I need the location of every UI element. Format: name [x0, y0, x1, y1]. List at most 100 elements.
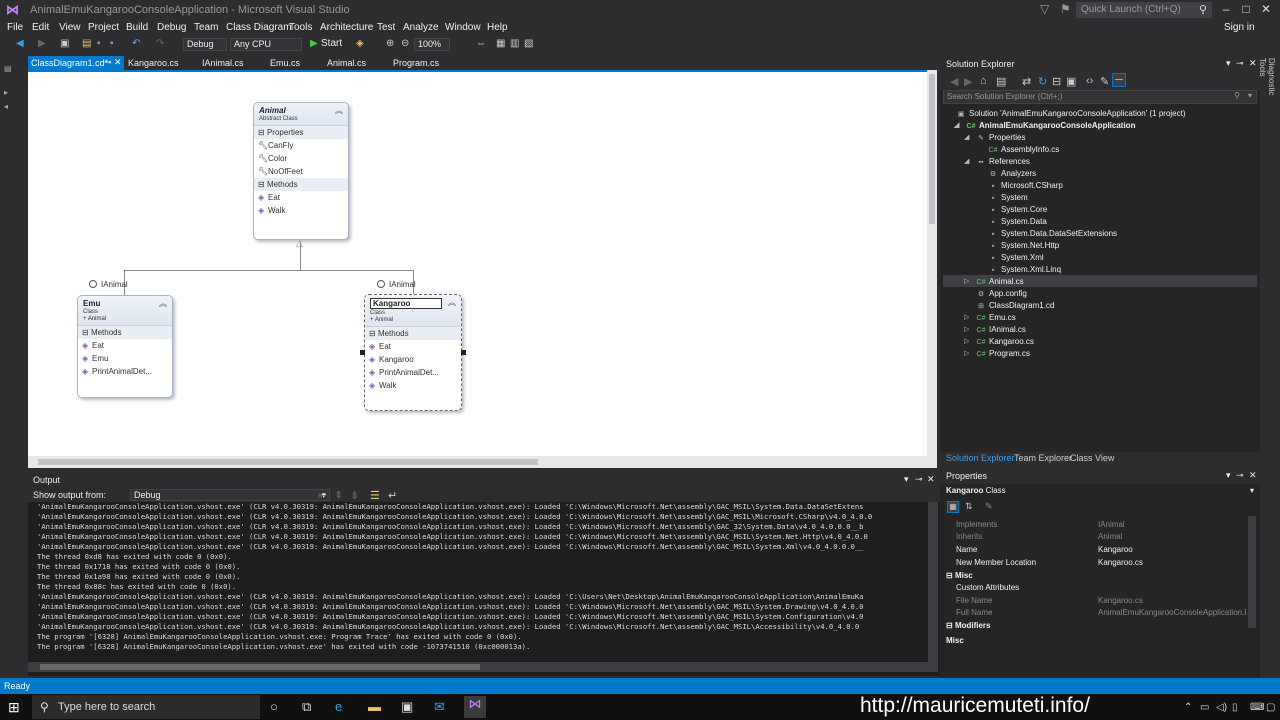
panel-menu-icon[interactable]: ▾ — [1226, 470, 1231, 481]
tree-item-reference[interactable]: ▪ System.Xml — [988, 253, 1044, 262]
tree-item-project[interactable]: ◢ C# AnimalEmuKangarooConsoleApplication — [954, 121, 1135, 130]
filter-icon[interactable]: ▽ — [1040, 2, 1049, 16]
search-options-icon[interactable]: ▾ — [1248, 91, 1252, 100]
menu-project[interactable]: Project — [88, 22, 119, 33]
collapsed-arrow-icon[interactable]: ▷ — [964, 277, 969, 285]
method-item[interactable]: ◈ Eat — [78, 339, 172, 352]
method-item[interactable]: ◈ Eat — [365, 340, 461, 353]
scroll-thumb[interactable] — [40, 664, 480, 670]
diagnostic-tools-side-tab[interactable]: Diagnostic Tools — [1258, 58, 1276, 114]
solution-configuration-select[interactable]: Debug — [183, 38, 227, 51]
quick-launch-input[interactable]: Quick Launch (Ctrl+Q) ⚲ — [1076, 2, 1212, 18]
output-horizontal-scrollbar[interactable] — [28, 662, 928, 672]
sign-in-link[interactable]: Sign in — [1224, 22, 1255, 33]
pin-icon[interactable]: ⊸ — [1236, 58, 1244, 69]
categorized-icon[interactable]: ▦ — [947, 501, 959, 513]
word-wrap-icon[interactable]: ↵ — [388, 489, 397, 502]
tab-team-explorer[interactable]: Team Explorer — [1014, 453, 1072, 463]
windows-start-icon[interactable]: ⊞ — [8, 699, 20, 716]
expanded-arrow-icon[interactable]: ◢ — [964, 157, 969, 165]
tree-item-reference[interactable]: ▪ System.Data.DataSetExtensions — [988, 229, 1117, 238]
tree-item-kangaroo-cs[interactable]: ▷ C# Kangaroo.cs — [964, 337, 1034, 346]
property-value[interactable]: Kangaroo.cs — [1098, 596, 1143, 605]
tree-item-properties[interactable]: ◢ ✎ Properties — [964, 133, 1025, 142]
solution-explorer-search-input[interactable]: Search Solution Explorer (Ctrl+;) ⚲ ▾ — [943, 90, 1257, 104]
start-icon[interactable]: ▶ — [310, 38, 318, 49]
tab-emu[interactable]: Emu.cs — [270, 58, 300, 68]
method-item[interactable]: ◈ Walk — [254, 204, 348, 217]
method-item[interactable]: ◈ Eat — [254, 191, 348, 204]
menu-debug[interactable]: Debug — [157, 22, 186, 33]
output-vertical-scrollbar[interactable] — [928, 502, 938, 672]
menu-view[interactable]: View — [59, 22, 81, 33]
keyboard-icon[interactable]: ⌨ — [1250, 702, 1264, 713]
layout-diagram-icon[interactable]: ▦ — [496, 38, 505, 49]
properties-object-select[interactable]: Kangaroo Class ▾ — [943, 485, 1257, 498]
edge-browser-icon[interactable]: e — [335, 699, 342, 714]
collapsed-arrow-icon[interactable]: ▷ — [964, 313, 969, 321]
tab-animal[interactable]: Animal.cs — [327, 58, 366, 68]
close-window-icon[interactable]: ✕ — [1258, 2, 1274, 16]
tree-item-ianimal-cs[interactable]: ▷ C# IAnimal.cs — [964, 325, 1026, 334]
property-item[interactable]: 🔧︎ Color — [254, 152, 348, 165]
resize-handle-left[interactable] — [360, 350, 365, 355]
section-header[interactable]: ⊟ Methods — [365, 327, 461, 340]
network-icon[interactable]: ▭ — [1200, 702, 1209, 713]
collapse-chevron-icon[interactable]: ︽ — [159, 298, 167, 309]
close-panel-icon[interactable]: ✕ — [1249, 470, 1257, 481]
property-value[interactable]: IAnimal — [1098, 520, 1125, 529]
panel-menu-icon[interactable]: ▾ — [904, 474, 909, 485]
properties-wrench-icon[interactable]: ✎ — [1100, 75, 1109, 88]
menu-edit[interactable]: Edit — [32, 22, 49, 33]
tray-chevron-icon[interactable]: ⌃ — [1184, 702, 1192, 713]
server-explorer-icon[interactable]: ▸ — [4, 88, 8, 97]
redo-icon[interactable]: ↷ — [156, 38, 164, 49]
menu-file[interactable]: File — [7, 22, 23, 33]
preview-icon[interactable]: ─ — [1112, 73, 1126, 87]
undo-icon[interactable]: ↶ — [132, 38, 140, 49]
tab-ianimal[interactable]: IAnimal.cs — [202, 58, 244, 68]
find-message-icon[interactable]: ⇤ — [318, 489, 327, 502]
tab-class-view[interactable]: Class View — [1070, 453, 1114, 463]
task-view-icon[interactable]: ⧉ — [302, 699, 311, 715]
class-diagram-canvas[interactable] — [28, 70, 927, 456]
collapsed-arrow-icon[interactable]: ▷ — [964, 337, 969, 345]
store-icon[interactable]: ▣ — [401, 699, 413, 715]
display-type-icon[interactable]: ▧ — [524, 38, 533, 49]
scroll-thumb[interactable] — [38, 459, 538, 465]
back-icon[interactable]: ◀ — [950, 75, 958, 88]
tree-item-reference[interactable]: ▪ System — [988, 193, 1028, 202]
cortana-icon[interactable]: ○ — [270, 699, 278, 714]
forward-icon[interactable]: ▶ — [38, 38, 46, 49]
collapse-icon[interactable]: ◂ — [4, 102, 8, 111]
back-icon[interactable]: ◀ — [16, 38, 24, 49]
sync-icon[interactable]: ⇄ — [1022, 75, 1031, 88]
solution-view-icon[interactable]: ▤ — [996, 75, 1006, 88]
designer-horizontal-scrollbar[interactable] — [28, 456, 937, 468]
new-project-icon[interactable]: ▣ — [60, 38, 69, 49]
pin-icon[interactable]: ⊸ — [1236, 470, 1244, 481]
tree-item-solution[interactable]: ▣ Solution 'AnimalEmuKangarooConsoleAppli… — [956, 109, 1186, 118]
menu-build[interactable]: Build — [126, 22, 148, 33]
close-panel-icon[interactable]: ✕ — [1249, 58, 1257, 69]
property-value[interactable]: AnimalEmuKangarooConsoleApplication.K — [1098, 608, 1246, 617]
expanded-arrow-icon[interactable]: ◢ — [964, 133, 969, 141]
zoom-select[interactable]: 100% — [414, 38, 450, 51]
tree-item-emu-cs[interactable]: ▷ C# Emu.cs — [964, 313, 1016, 322]
collapse-icon[interactable]: ⊟ — [946, 621, 953, 630]
menu-window[interactable]: Window — [445, 22, 481, 33]
previous-message-icon[interactable]: ⇞ — [334, 489, 343, 502]
menu-tools[interactable]: Tools — [289, 22, 312, 33]
tree-item-reference[interactable]: ▪ System.Net.Http — [988, 241, 1060, 250]
notifications-icon[interactable]: ▢ — [1266, 702, 1275, 713]
maximize-icon[interactable]: □ — [1238, 2, 1254, 16]
save-icon[interactable]: ▪ — [97, 38, 101, 49]
tree-item-reference[interactable]: ▪ System.Core — [988, 205, 1047, 214]
pin-icon[interactable]: ⊸ — [104, 57, 112, 68]
collapsed-arrow-icon[interactable]: ▷ — [964, 325, 969, 333]
method-item[interactable]: ◈ Walk — [365, 379, 461, 392]
menu-help[interactable]: Help — [487, 22, 508, 33]
toolbox-icon[interactable]: ▤ — [4, 64, 12, 73]
property-value[interactable]: Animal — [1098, 532, 1122, 541]
file-explorer-icon[interactable]: ▬ — [368, 699, 381, 714]
